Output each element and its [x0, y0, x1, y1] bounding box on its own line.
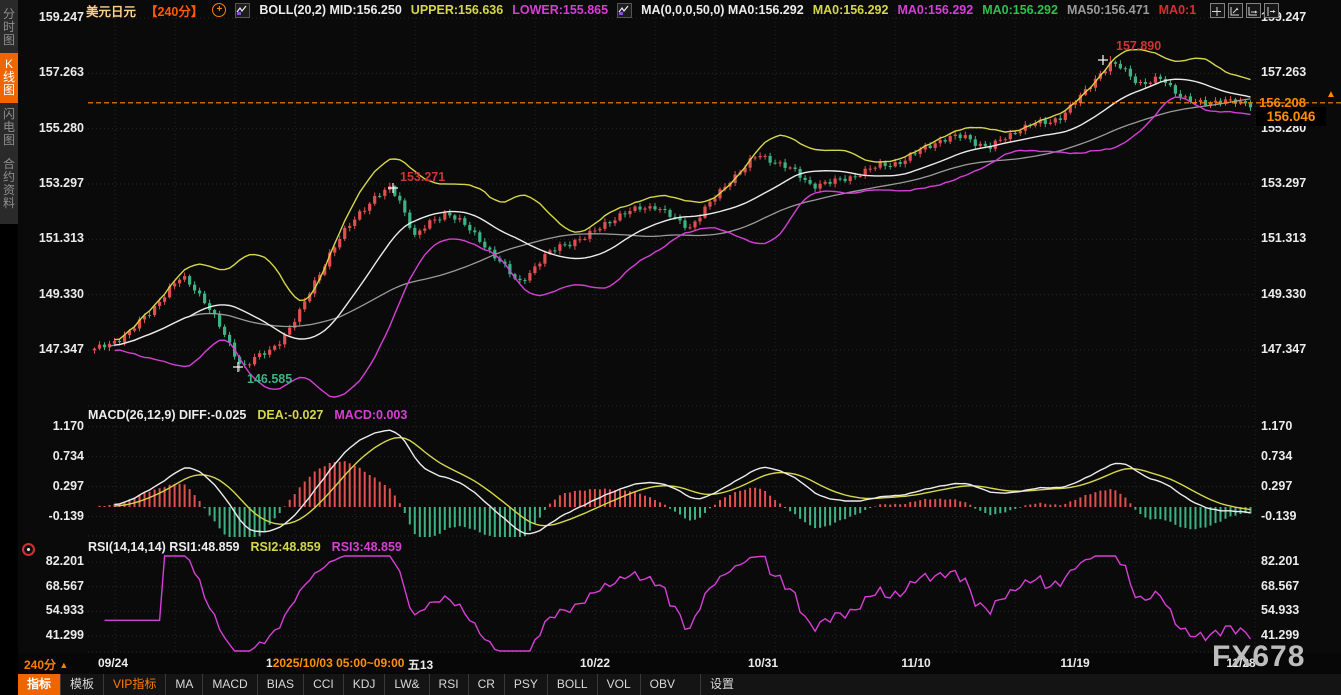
macd-header-item-1: MACD(26,12,9) DIFF:-0.025	[88, 408, 246, 422]
main-ytick-left-4: 151.313	[18, 231, 84, 245]
crosshair-date-piece-2: 2025/10/03 05:00~09:00	[273, 656, 408, 673]
ma0-green-readout: MA0:156.292	[982, 3, 1058, 17]
sidebar-item-1[interactable]: 分时图	[0, 3, 18, 53]
timeframe-label: 【240分】	[145, 1, 203, 20]
main-ytick-left-3: 153.297	[18, 176, 84, 190]
rsi-ytick-right-2: 54.933	[1261, 603, 1299, 617]
macd-ytick-right-1: 0.734	[1261, 449, 1292, 463]
rsi-ytick-left-1: 68.567	[18, 579, 84, 593]
rsi-ytick-right-0: 82.201	[1261, 554, 1299, 568]
timeframe-selector[interactable]: 240分 ▲	[24, 656, 68, 673]
boll-lower-readout: LOWER:155.865	[512, 3, 608, 17]
main-ytick-left-1: 157.263	[18, 65, 84, 79]
macd-ytick-left-3: -0.139	[18, 509, 84, 523]
scale-vertical-icon[interactable]	[1228, 3, 1243, 18]
boll-upper-readout: UPPER:156.636	[411, 3, 503, 17]
add-indicator-icon[interactable]: +	[212, 3, 226, 17]
macd-readout-header: MACD(26,12,9) DIFF:-0.025 DEA:-0.027 MACD:…	[88, 408, 407, 422]
macd-ytick-left-1: 0.734	[18, 449, 84, 463]
main-ytick-right-5: 149.330	[1261, 287, 1306, 301]
toolbar-item-指标[interactable]: 指标	[18, 674, 60, 695]
toolbar-item-MA[interactable]: MA	[165, 674, 202, 695]
svg-text:157.890: 157.890	[1116, 39, 1161, 53]
rsi-ytick-right-1: 68.567	[1261, 579, 1299, 593]
crosshair-date-piece-1: 1	[266, 656, 273, 673]
x-tick-10/31: 10/31	[728, 656, 798, 670]
macd-header-item-2: DEA:-0.027	[257, 408, 323, 422]
x-tick-09/24: 09/24	[78, 656, 148, 670]
macd-ytick-left-2: 0.297	[18, 479, 84, 493]
toolbar-item-LW&[interactable]: LW&	[384, 674, 428, 695]
toolbar-item-OBV[interactable]: OBV	[640, 674, 684, 695]
x-tick-11/10: 11/10	[881, 656, 951, 670]
toolbar-item-VIP指标[interactable]: VIP指标	[103, 674, 165, 695]
toolbar-item-BIAS[interactable]: BIAS	[257, 674, 303, 695]
ma0-red-readout: MA0:1	[1159, 3, 1197, 17]
rsi-ytick-left-0: 82.201	[18, 554, 84, 568]
collapse-panel-icon[interactable]	[1264, 3, 1279, 18]
main-ytick-right-6: 147.347	[1261, 342, 1306, 356]
ma50-readout: MA50:156.471	[1067, 3, 1150, 17]
rsi-header-item-3: RSI3:48.859	[332, 540, 402, 554]
sidebar-item-3[interactable]: 闪电图	[0, 103, 18, 153]
boll-mid-readout: BOLL(20,2) MID:156.250	[259, 3, 401, 17]
toolbar-item-模板[interactable]: 模板	[60, 674, 103, 695]
ma-indicator-icon[interactable]	[617, 3, 632, 18]
chart-canvas[interactable]: 157.890 153.271 146.585	[0, 0, 1341, 695]
toolbar-item-CR[interactable]: CR	[468, 674, 504, 695]
main-ytick-left-5: 149.330	[18, 287, 84, 301]
svg-text:153.271: 153.271	[400, 170, 445, 184]
rsi-header-item-2: RSI2:48.859	[250, 540, 320, 554]
ma0-yellow-readout: MA0:156.292	[813, 3, 889, 17]
main-ytick-left-2: 155.280	[18, 121, 84, 135]
toolbar-item-PSY[interactable]: PSY	[504, 674, 547, 695]
main-ytick-left-0: 159.247	[18, 10, 84, 24]
view-mode-sidebar: 分时图K线图闪电图合约资料	[0, 0, 18, 695]
scale-horizontal-icon[interactable]	[1246, 3, 1261, 18]
main-indicator-legend: 美元日元【240分】 + BOLL(20,2) MID:156.250 UPPER:1…	[86, 2, 1196, 18]
main-ytick-right-4: 151.313	[1261, 231, 1306, 245]
macd-ytick-right-2: 0.297	[1261, 479, 1292, 493]
timeframe-arrow-icon: ▲	[59, 660, 68, 670]
macd-header-item-3: MACD:0.003	[334, 408, 407, 422]
window-controls	[1210, 3, 1279, 18]
x-tick-11/19: 11/19	[1040, 656, 1110, 670]
toolbar-item-BOLL[interactable]: BOLL	[547, 674, 597, 695]
main-ytick-left-6: 147.347	[18, 342, 84, 356]
time-axis-row: 240分 ▲ 12025/10/03 05:00~09:00 五13 09/24…	[0, 653, 1341, 674]
price-marker-icon: ▲	[1326, 89, 1336, 100]
indicator-toolbar: 指标模板VIP指标MAMACDBIASCCIKDJLW&RSICRPSYBOLL…	[18, 674, 1341, 695]
toolbar-item-MACD[interactable]: MACD	[202, 674, 256, 695]
rsi-header-item-1: RSI(14,14,14) RSI1:48.859	[88, 540, 239, 554]
macd-ytick-left-0: 1.170	[18, 419, 84, 433]
ma0-white-readout: MA(0,0,0,50,0) MA0:156.292	[641, 3, 804, 17]
rsi-readout-header: RSI(14,14,14) RSI1:48.859 RSI2:48.859 RSI3…	[88, 540, 402, 554]
rsi-ytick-left-3: 41.299	[18, 628, 84, 642]
ma0-magenta-readout: MA0:156.292	[897, 3, 973, 17]
main-ytick-right-1: 157.263	[1261, 65, 1306, 79]
boll-indicator-icon[interactable]	[235, 3, 250, 18]
crosshair-date-readout: 12025/10/03 05:00~09:00 五13	[266, 656, 433, 673]
macd-ytick-right-3: -0.139	[1261, 509, 1296, 523]
pan-icon[interactable]	[1210, 3, 1225, 18]
rsi-ytick-left-2: 54.933	[18, 603, 84, 617]
main-ytick-right-3: 153.297	[1261, 176, 1306, 190]
x-tick-10/22: 10/22	[560, 656, 630, 670]
svg-text:146.585: 146.585	[247, 372, 292, 386]
toolbar-item-CCI[interactable]: CCI	[303, 674, 343, 695]
toolbar-item-VOL[interactable]: VOL	[597, 674, 640, 695]
toolbar-item-设置[interactable]: 设置	[700, 674, 743, 695]
sidebar-tab-strip: 分时图K线图闪电图合约资料	[0, 0, 18, 224]
toolbar-item-KDJ[interactable]: KDJ	[343, 674, 385, 695]
sidebar-item-4[interactable]: 合约资料	[0, 153, 18, 216]
last-price-badge: 156.046	[1256, 107, 1326, 126]
macd-ytick-right-0: 1.170	[1261, 419, 1292, 433]
toolbar-item-RSI[interactable]: RSI	[429, 674, 468, 695]
crosshair-date-piece-3: 五13	[408, 656, 433, 673]
rsi-target-icon[interactable]	[22, 543, 35, 556]
sidebar-item-2[interactable]: K线图	[0, 53, 18, 103]
watermark: FX678	[1212, 640, 1305, 674]
symbol-title: 美元日元	[86, 1, 136, 20]
